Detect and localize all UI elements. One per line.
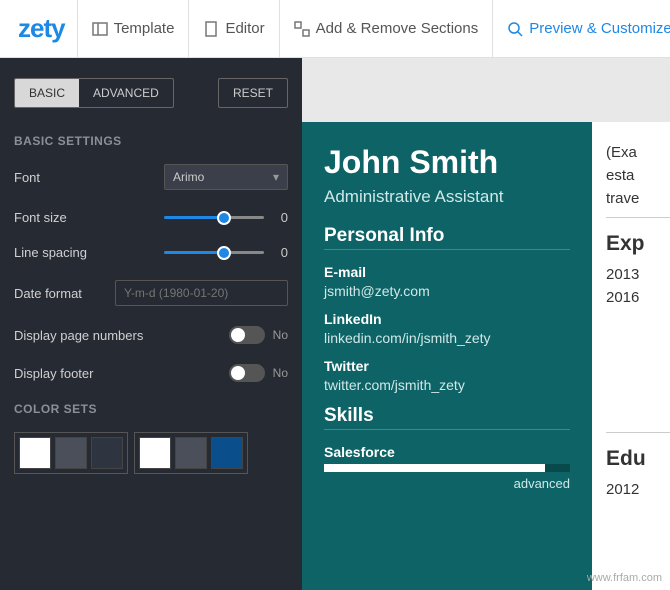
nav-editor-label: Editor xyxy=(225,20,264,37)
resume-preview: John Smith Administrative Assistant Pers… xyxy=(302,58,670,590)
section-personal: Personal Info xyxy=(324,225,570,250)
colorsets-heading: COLOR SETS xyxy=(14,402,288,416)
nav-editor[interactable]: Editor xyxy=(188,0,278,57)
dateformat-input[interactable] xyxy=(115,280,288,306)
email-label: E-mail xyxy=(324,264,570,280)
color-set[interactable] xyxy=(14,432,128,474)
color-sets-row xyxy=(14,432,288,474)
blurb-line: trave xyxy=(606,190,670,207)
color-set[interactable] xyxy=(134,432,248,474)
pagenumbers-label: Display page numbers xyxy=(14,328,164,343)
skill-bar xyxy=(324,464,570,472)
skill-name: Salesforce xyxy=(324,444,570,460)
blurb-line: esta xyxy=(606,167,670,184)
font-select[interactable]: Arimo xyxy=(164,164,288,190)
nav-add-remove-label: Add & Remove Sections xyxy=(316,20,479,37)
section-skills: Skills xyxy=(324,405,570,430)
fontsize-slider[interactable] xyxy=(164,216,264,219)
experience-heading: Exp xyxy=(606,232,670,256)
nav-template[interactable]: Template xyxy=(77,0,189,57)
basic-settings-heading: BASIC SETTINGS xyxy=(14,134,288,148)
slider-thumb[interactable] xyxy=(217,211,231,225)
color-swatch[interactable] xyxy=(211,437,243,469)
blurb-line: (Exa xyxy=(606,144,670,161)
pagenumbers-state: No xyxy=(273,328,288,342)
footer-state: No xyxy=(273,366,288,380)
fontsize-label: Font size xyxy=(14,210,164,225)
nav-preview-label: Preview & Customize xyxy=(529,20,670,37)
year-line: 2013 xyxy=(606,266,670,283)
search-icon xyxy=(507,21,523,37)
linkedin-label: LinkedIn xyxy=(324,311,570,327)
font-label: Font xyxy=(14,170,164,185)
education-heading: Edu xyxy=(606,447,670,471)
linkedin-value: linkedin.com/in/jsmith_zety xyxy=(324,330,570,346)
resume-name: John Smith xyxy=(324,144,570,181)
dateformat-label: Date format xyxy=(14,286,115,301)
slider-thumb[interactable] xyxy=(217,246,231,260)
color-swatch[interactable] xyxy=(175,437,207,469)
sections-icon xyxy=(294,21,310,37)
pagenumbers-toggle[interactable] xyxy=(229,326,265,344)
logo[interactable]: zety xyxy=(18,13,65,44)
toggle-knob xyxy=(231,366,245,380)
nav-preview[interactable]: Preview & Customize xyxy=(492,0,670,57)
twitter-label: Twitter xyxy=(324,358,570,374)
settings-sidebar: BASIC ADVANCED RESET BASIC SETTINGS Font… xyxy=(0,58,302,590)
resume-main: (Exa esta trave Exp 2013 2016 Edu 2012 xyxy=(592,122,670,590)
skill-level: advanced xyxy=(324,476,570,491)
resume-title: Administrative Assistant xyxy=(324,187,570,207)
resume-sidebar: John Smith Administrative Assistant Pers… xyxy=(302,122,592,590)
tab-basic[interactable]: BASIC xyxy=(15,79,79,107)
document-icon xyxy=(203,21,219,37)
footer-toggle[interactable] xyxy=(229,364,265,382)
color-swatch[interactable] xyxy=(55,437,87,469)
reset-button[interactable]: RESET xyxy=(218,78,288,108)
watermark: www.frfam.com xyxy=(587,572,662,584)
linespacing-value: 0 xyxy=(274,245,288,260)
nav-template-label: Template xyxy=(114,20,175,37)
color-swatch[interactable] xyxy=(139,437,171,469)
year-line: 2012 xyxy=(606,481,670,498)
email-value: jsmith@zety.com xyxy=(324,283,570,299)
linespacing-slider[interactable] xyxy=(164,251,264,254)
footer-label: Display footer xyxy=(14,366,164,381)
year-line: 2016 xyxy=(606,289,670,306)
template-icon xyxy=(92,21,108,37)
linespacing-label: Line spacing xyxy=(14,245,164,260)
tab-advanced[interactable]: ADVANCED xyxy=(79,79,173,107)
color-swatch[interactable] xyxy=(19,437,51,469)
twitter-value: twitter.com/jsmith_zety xyxy=(324,377,570,393)
nav-add-remove[interactable]: Add & Remove Sections xyxy=(279,0,493,57)
fontsize-value: 0 xyxy=(274,210,288,225)
color-swatch[interactable] xyxy=(91,437,123,469)
toggle-knob xyxy=(231,328,245,342)
